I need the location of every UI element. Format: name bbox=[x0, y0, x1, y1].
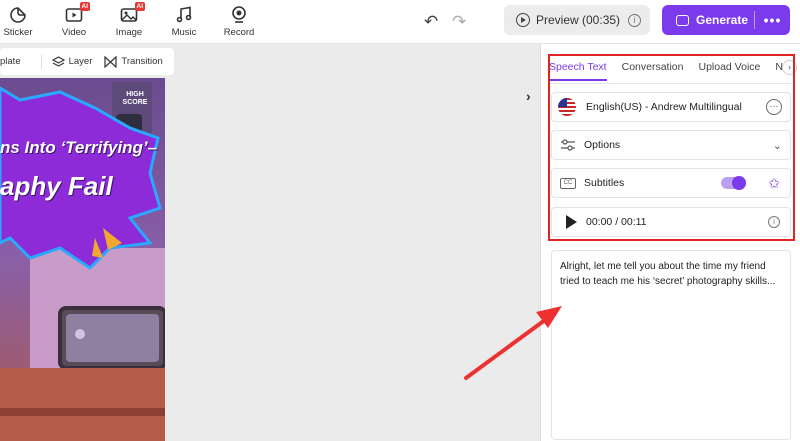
speech-text-area[interactable]: Alright, let me tell you about the time … bbox=[551, 250, 791, 440]
record-icon bbox=[229, 5, 249, 25]
annotation-highlight-box bbox=[548, 54, 795, 241]
video-label: Video bbox=[61, 27, 87, 38]
image-label: Image bbox=[115, 27, 143, 38]
layer-label: Layer bbox=[68, 56, 93, 67]
high-score-label: HIGH SCORE bbox=[122, 91, 148, 106]
sticker-tool[interactable]: Sticker bbox=[0, 3, 44, 41]
music-icon bbox=[174, 5, 194, 25]
preview-button[interactable]: Preview (00:35) i bbox=[504, 5, 650, 35]
generate-label: Generate bbox=[696, 13, 749, 27]
play-circle-icon bbox=[516, 13, 530, 27]
layer-icon bbox=[51, 55, 65, 67]
record-label: Record bbox=[223, 27, 255, 38]
template-label: plate bbox=[0, 56, 21, 67]
generate-button-group: Generate ••• bbox=[662, 5, 790, 35]
image-icon: AI bbox=[119, 2, 145, 25]
info-icon[interactable]: i bbox=[628, 13, 642, 27]
generate-button[interactable]: Generate bbox=[662, 5, 754, 35]
video-icon: AI bbox=[64, 2, 90, 25]
top-toolbar: Sticker AI Video AI Image Music Record ↶… bbox=[0, 0, 800, 44]
canvas-toolbar: plate Layer Transition bbox=[0, 48, 174, 75]
transition-icon bbox=[104, 55, 117, 68]
video-frame-graphic bbox=[0, 78, 165, 441]
video-preview[interactable]: HIGH SCORE ns Into ‘Terrifying’– aphy Fa… bbox=[0, 78, 165, 441]
toolbar-separator bbox=[40, 54, 42, 69]
record-tool[interactable]: Record bbox=[213, 3, 265, 41]
sticker-label: Sticker bbox=[3, 27, 33, 38]
template-button[interactable]: plate bbox=[0, 56, 27, 67]
undo-icon[interactable]: ↶ bbox=[424, 12, 438, 32]
ai-badge: AI bbox=[79, 2, 90, 11]
redo-icon[interactable]: ↷ bbox=[452, 12, 466, 32]
layer-button[interactable]: Layer bbox=[46, 55, 99, 68]
video-title-line1: ns Into ‘Terrifying’– bbox=[0, 138, 158, 157]
music-tool[interactable]: Music bbox=[158, 3, 210, 41]
generate-icon bbox=[676, 14, 689, 26]
collapse-panel-chevron-icon[interactable]: › bbox=[526, 88, 531, 104]
sticker-icon bbox=[8, 5, 28, 25]
preview-label: Preview (00:35) bbox=[536, 13, 621, 27]
video-title-line2: aphy Fail bbox=[0, 171, 113, 201]
music-label: Music bbox=[171, 27, 197, 38]
ai-badge: AI bbox=[134, 2, 145, 11]
transition-label: Transition bbox=[121, 56, 163, 67]
video-tool[interactable]: AI Video bbox=[48, 2, 100, 41]
transition-button[interactable]: Transition bbox=[98, 55, 168, 68]
image-tool[interactable]: AI Image bbox=[103, 2, 155, 41]
generate-more-button[interactable]: ••• bbox=[755, 12, 790, 28]
